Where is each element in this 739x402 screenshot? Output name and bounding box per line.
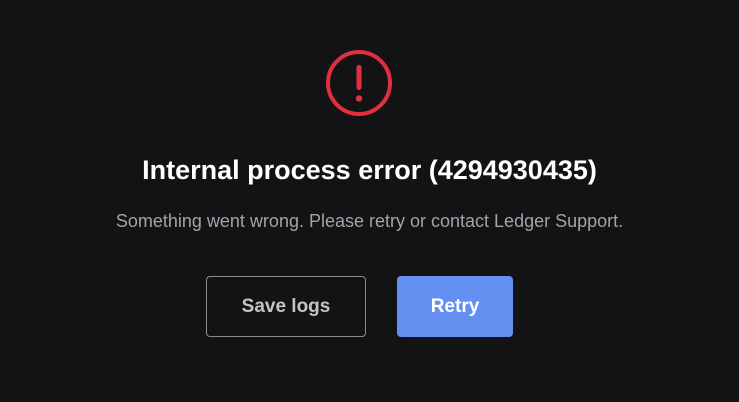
- error-dialog: Internal process error (4294930435) Some…: [0, 0, 739, 402]
- error-title: Internal process error (4294930435): [142, 155, 597, 185]
- error-message: Something went wrong. Please retry or co…: [115, 211, 624, 231]
- exclamation-circle-icon: [325, 49, 393, 117]
- save-logs-button[interactable]: Save logs: [206, 276, 366, 337]
- retry-button[interactable]: Retry: [397, 276, 513, 337]
